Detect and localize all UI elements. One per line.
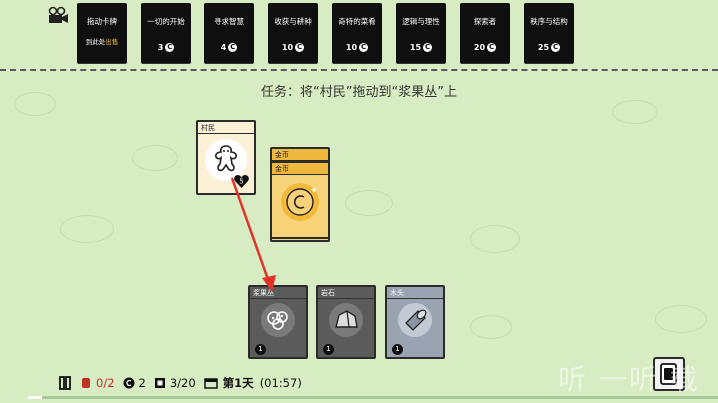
calendar-icon xyxy=(203,378,218,389)
card-stack-icon xyxy=(154,378,165,388)
tutorial-arrow xyxy=(230,177,276,292)
watermark-text: 听 一听 载 xyxy=(558,363,700,396)
day-counter: 第1天 (01:57) xyxy=(203,375,302,391)
food-value: 0/2 xyxy=(96,376,115,390)
coin-icon xyxy=(123,377,135,389)
food-icon xyxy=(82,378,90,388)
coin-counter: 2 xyxy=(123,376,146,390)
pause-button[interactable] xyxy=(58,376,72,390)
food-counter: 0/2 xyxy=(80,376,115,390)
day-value: 第1天 xyxy=(222,376,254,390)
pause-icon xyxy=(59,376,71,390)
time-value: (01:57) xyxy=(259,376,302,390)
status-bar: 0/2 2 3/20 第1天 (01:57) xyxy=(58,374,310,392)
day-progress-fill xyxy=(28,396,42,399)
card-counter: 3/20 xyxy=(154,376,196,390)
coin-value: 2 xyxy=(138,376,146,390)
card-count-value: 3/20 xyxy=(169,376,196,390)
